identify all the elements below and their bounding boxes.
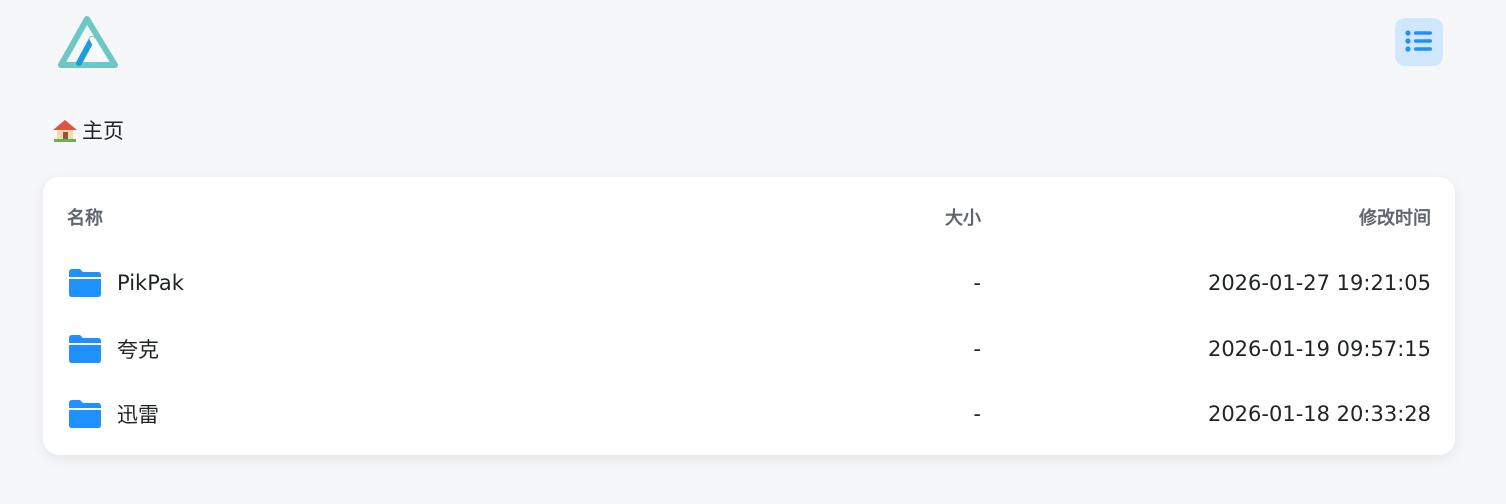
page: 主页 名称 大小 修改时间 PikPak - 2026-01-27 19:21:… — [0, 0, 1506, 504]
folder-icon — [67, 268, 103, 298]
list-view-button[interactable] — [1395, 18, 1443, 66]
column-header-modified[interactable]: 修改时间 — [1359, 204, 1431, 230]
file-size: - — [973, 271, 981, 295]
file-modified-time: 2026-01-27 19:21:05 — [1207, 271, 1431, 295]
table-row[interactable]: PikPak - 2026-01-27 19:21:05 — [43, 253, 1455, 313]
table-row[interactable]: 夸克 - 2026-01-19 09:57:15 — [43, 319, 1455, 379]
alist-logo-icon[interactable] — [55, 15, 119, 71]
breadcrumb[interactable]: 主页 — [52, 115, 124, 145]
column-header-size[interactable]: 大小 — [945, 204, 981, 230]
folder-icon — [67, 334, 103, 364]
file-name-cell[interactable]: 夸克 — [67, 334, 159, 364]
file-name-cell[interactable]: PikPak — [67, 268, 184, 298]
folder-icon — [67, 399, 103, 429]
table-row[interactable]: 迅雷 - 2026-01-18 20:33:28 — [43, 384, 1455, 444]
file-name-cell[interactable]: 迅雷 — [67, 399, 159, 429]
file-name[interactable]: 夸克 — [117, 334, 159, 364]
table-header: 名称 大小 修改时间 — [43, 187, 1455, 247]
file-modified-time: 2026-01-19 09:57:15 — [1207, 337, 1431, 361]
list-view-icon — [1405, 29, 1433, 56]
file-size: - — [973, 337, 981, 361]
file-name[interactable]: 迅雷 — [117, 399, 159, 429]
file-size: - — [973, 402, 981, 426]
house-icon — [52, 117, 78, 143]
file-list-card: 名称 大小 修改时间 PikPak - 2026-01-27 19:21:05 — [43, 177, 1455, 455]
file-modified-time: 2026-01-18 20:33:28 — [1207, 402, 1431, 426]
breadcrumb-home-label[interactable]: 主页 — [82, 115, 124, 145]
column-header-name[interactable]: 名称 — [67, 204, 103, 230]
file-name[interactable]: PikPak — [117, 271, 184, 295]
